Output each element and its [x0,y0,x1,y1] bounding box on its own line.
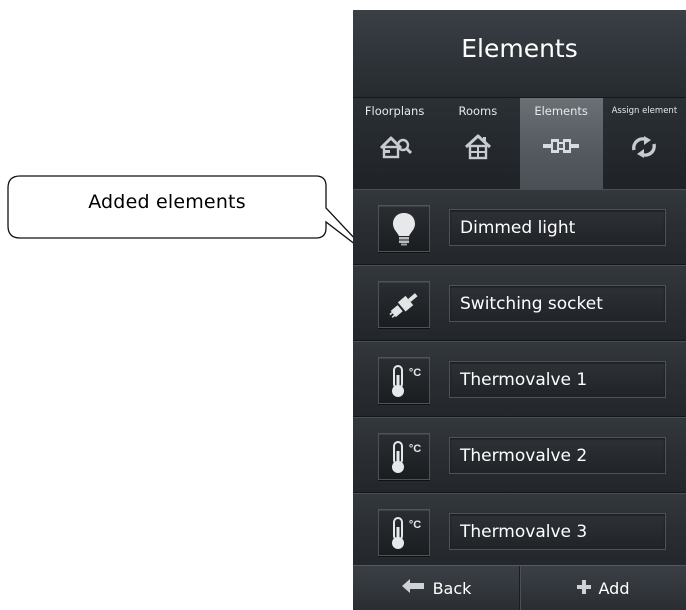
tab-label: Assign element [611,106,678,116]
floorplan-icon [353,134,436,160]
plus-icon [576,579,591,598]
list-item-dimmed-light[interactable]: Dimmed light [353,189,686,265]
element-name: Thermovalve 2 [449,437,666,474]
callout-annotation: Added elements [0,0,380,270]
thermometer-icon: °C [378,509,430,556]
element-name: Thermovalve 3 [449,513,666,550]
tab-label: Rooms [458,104,498,118]
page-title: Elements [461,34,578,63]
tab-bar: Floorplans Rooms Elements Assign element [353,98,686,190]
back-label: Back [432,578,472,598]
callout-bubble-shape [7,175,374,259]
list-item-thermovalve-1[interactable]: °C Thermovalve 1 [353,341,686,417]
unit-label: °C [408,442,422,455]
thermometer-icon: °C [378,433,430,480]
tab-floorplans[interactable]: Floorplans [353,98,436,189]
back-button[interactable]: Back [353,566,519,610]
tab-label: Elements [534,104,588,118]
screen: Added elements Elements Floorplans Rooms… [0,0,686,610]
light-bulb-icon [378,205,430,252]
bottom-toolbar: Back Add [353,565,686,610]
back-arrow-icon [401,578,425,598]
element-name: Dimmed light [449,209,666,246]
unit-label: °C [408,366,422,379]
thermometer-icon: °C [378,357,430,404]
list-item-thermovalve-3[interactable]: °C Thermovalve 3 [353,493,686,569]
tab-rooms[interactable]: Rooms [436,98,519,189]
app-panel: Elements Floorplans Rooms Elements Assig… [353,10,686,610]
list-item-thermovalve-2[interactable]: °C Thermovalve 2 [353,417,686,493]
element-name: Thermovalve 1 [449,361,666,398]
tab-elements[interactable]: Elements [519,98,603,189]
callout-text: Added elements [88,191,246,213]
elements-list: Dimmed light Switching socket °C Thermov… [353,189,686,569]
title-bar: Elements [353,10,686,98]
assign-icon [603,134,686,160]
add-button[interactable]: Add [519,566,686,610]
socket-plug-icon [378,281,430,328]
rooms-icon [436,134,519,160]
tab-assign-element[interactable]: Assign element [603,98,686,189]
element-name: Switching socket [449,285,666,322]
elements-icon [520,134,603,158]
tab-label: Floorplans [364,104,425,118]
list-item-switching-socket[interactable]: Switching socket [353,265,686,341]
unit-label: °C [408,518,422,531]
add-label: Add [598,578,630,598]
